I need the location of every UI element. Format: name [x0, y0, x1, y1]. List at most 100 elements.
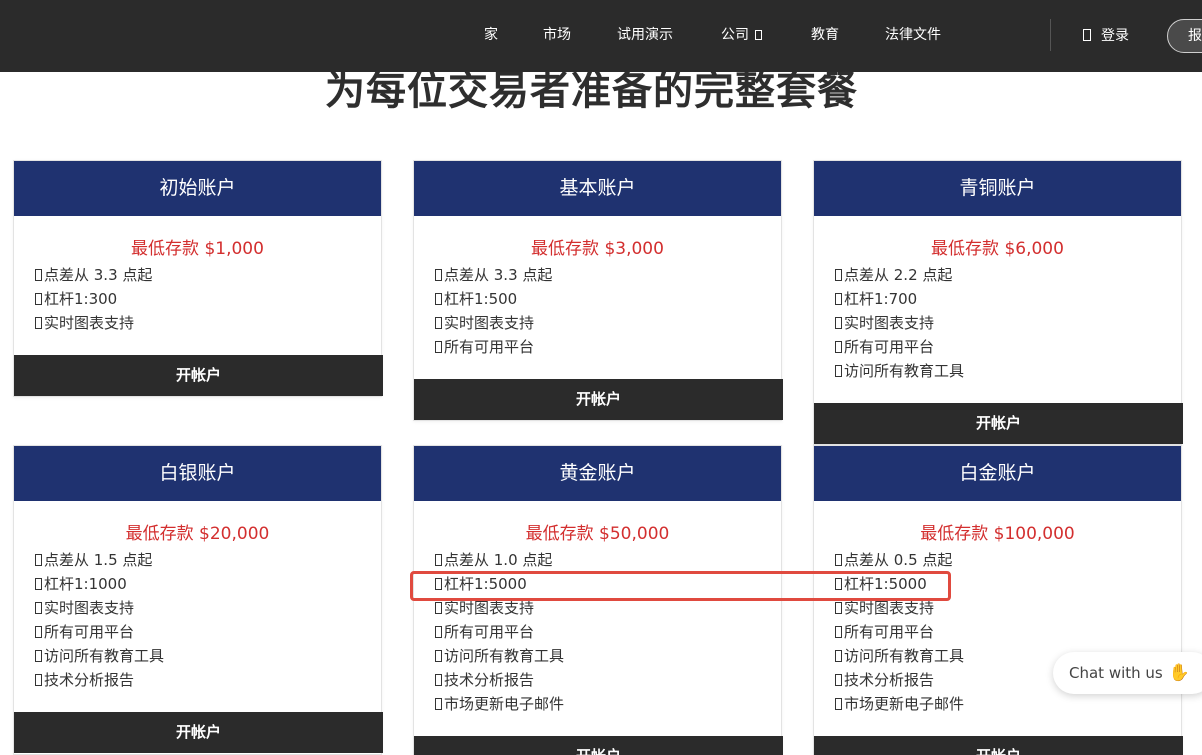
chat-widget-button[interactable]: Chat with us ✋	[1053, 652, 1202, 694]
open-account-button[interactable]: 开帐户	[814, 736, 1183, 755]
min-deposit: 最低存款 $100,000	[920, 524, 1075, 544]
nav-divider	[1050, 19, 1051, 51]
account-card-starter: 初始账户 最低存款 $1,000 点差从 3.3 点起 杠杆1:300 实时图表…	[13, 160, 383, 397]
check-icon	[435, 650, 442, 662]
account-card-bronze: 青铜账户 最低存款 $6,000 点差从 2.2 点起 杠杆1:700 实时图表…	[813, 160, 1183, 445]
feature-item: 点差从 1.5 点起	[34, 548, 361, 572]
nav-item-demo[interactable]: 试用演示	[617, 25, 673, 45]
wave-hand-icon: ✋	[1168, 663, 1190, 683]
feature-item: 所有可用平台	[834, 335, 1161, 359]
feature-item: 点差从 1.0 点起	[434, 548, 761, 572]
check-icon	[835, 674, 842, 686]
card-title: 白金账户	[814, 446, 1181, 501]
check-icon	[435, 554, 442, 566]
check-icon	[435, 269, 442, 281]
check-icon	[435, 698, 442, 710]
min-deposit: 最低存款 $6,000	[931, 239, 1064, 259]
check-icon	[35, 317, 42, 329]
feature-item: 实时图表支持	[434, 596, 761, 620]
feature-item: 所有可用平台	[34, 620, 361, 644]
check-icon	[435, 626, 442, 638]
dropdown-icon	[755, 30, 762, 40]
check-icon	[35, 269, 42, 281]
feature-text: 杠杆1:5000	[844, 575, 927, 593]
feature-text: 点差从 1.0 点起	[444, 551, 553, 569]
check-icon	[35, 674, 42, 686]
feature-item: 技术分析报告	[34, 668, 361, 692]
feature-text: 所有可用平台	[844, 338, 935, 356]
check-icon	[35, 602, 42, 614]
check-icon	[835, 269, 842, 281]
feature-text: 所有可用平台	[844, 623, 935, 641]
feature-text: 实时图表支持	[444, 314, 535, 332]
feature-text: 访问所有教育工具	[444, 647, 565, 665]
page-title-block: 为每位交易者准备的完整套餐	[325, 68, 873, 114]
feature-item: 实时图表支持	[34, 596, 361, 620]
open-account-button[interactable]: 开帐户	[14, 712, 383, 753]
login-link[interactable]: 登录	[1083, 26, 1129, 46]
min-deposit: 最低存款 $20,000	[125, 524, 270, 544]
feature-text: 访问所有教育工具	[844, 362, 965, 380]
nav-item-markets[interactable]: 市场	[543, 25, 571, 45]
check-icon	[435, 674, 442, 686]
account-card-silver: 白银账户 最低存款 $20,000 点差从 1.5 点起 杠杆1:1000 实时…	[13, 445, 383, 755]
user-icon	[1083, 29, 1091, 41]
open-account-button[interactable]: 开帐户	[14, 355, 383, 396]
feature-text: 访问所有教育工具	[44, 647, 165, 665]
check-icon	[35, 554, 42, 566]
feature-item: 所有可用平台	[434, 335, 761, 359]
check-icon	[835, 341, 842, 353]
feature-text: 杠杆1:5000	[444, 575, 527, 593]
check-icon	[35, 650, 42, 662]
feature-item: 实时图表支持	[834, 596, 1161, 620]
card-title: 白银账户	[14, 446, 381, 501]
check-icon	[835, 554, 842, 566]
card-body: 最低存款 $50,000 点差从 1.0 点起 杠杆1:5000 实时图表支持 …	[414, 501, 781, 716]
feature-text: 实时图表支持	[844, 599, 935, 617]
check-icon	[835, 650, 842, 662]
feature-text: 杠杆1:300	[44, 290, 118, 308]
feature-text: 杠杆1:500	[444, 290, 518, 308]
card-title: 初始账户	[14, 161, 381, 216]
feature-item: 杠杆1:1000	[34, 572, 361, 596]
feature-text: 实时图表支持	[44, 599, 135, 617]
open-account-button[interactable]: 开帐户	[414, 379, 783, 420]
check-icon	[835, 317, 842, 329]
feature-item: 杠杆1:5000	[434, 572, 761, 596]
account-card-basic: 基本账户 最低存款 $3,000 点差从 3.3 点起 杠杆1:500 实时图表…	[413, 160, 783, 421]
feature-text: 市场更新电子邮件	[844, 695, 965, 713]
check-icon	[435, 341, 442, 353]
check-icon	[35, 578, 42, 590]
feature-item: 市场更新电子邮件	[434, 692, 761, 716]
feature-item: 所有可用平台	[834, 620, 1161, 644]
check-icon	[435, 293, 442, 305]
nav-item-company[interactable]: 公司	[721, 25, 762, 45]
nav-item-home[interactable]: 家	[484, 25, 498, 45]
open-account-button[interactable]: 开帐户	[414, 736, 783, 755]
nav-item-legal[interactable]: 法律文件	[885, 25, 941, 45]
feature-text: 实时图表支持	[444, 599, 535, 617]
feature-text: 技术分析报告	[444, 671, 535, 689]
feature-text: 所有可用平台	[44, 623, 135, 641]
open-account-button[interactable]: 开帐户	[814, 403, 1183, 444]
feature-text: 实时图表支持	[844, 314, 935, 332]
check-icon	[835, 365, 842, 377]
feature-text: 访问所有教育工具	[844, 647, 965, 665]
check-icon	[835, 602, 842, 614]
feature-text: 点差从 3.3 点起	[444, 266, 553, 284]
feature-text: 所有可用平台	[444, 338, 535, 356]
feature-item: 访问所有教育工具	[434, 644, 761, 668]
feature-text: 点差从 2.2 点起	[844, 266, 953, 284]
check-icon	[835, 698, 842, 710]
feature-text: 点差从 0.5 点起	[844, 551, 953, 569]
card-body: 最低存款 $6,000 点差从 2.2 点起 杠杆1:700 实时图表支持 所有…	[814, 216, 1181, 383]
nav-item-company-label: 公司	[721, 27, 749, 43]
register-button[interactable]: 报	[1167, 19, 1202, 53]
nav-item-education[interactable]: 教育	[811, 25, 839, 45]
feature-text: 技术分析报告	[44, 671, 135, 689]
feature-text: 技术分析报告	[844, 671, 935, 689]
feature-text: 点差从 3.3 点起	[44, 266, 153, 284]
feature-text: 杠杆1:700	[844, 290, 918, 308]
feature-item: 实时图表支持	[434, 311, 761, 335]
check-icon	[35, 626, 42, 638]
